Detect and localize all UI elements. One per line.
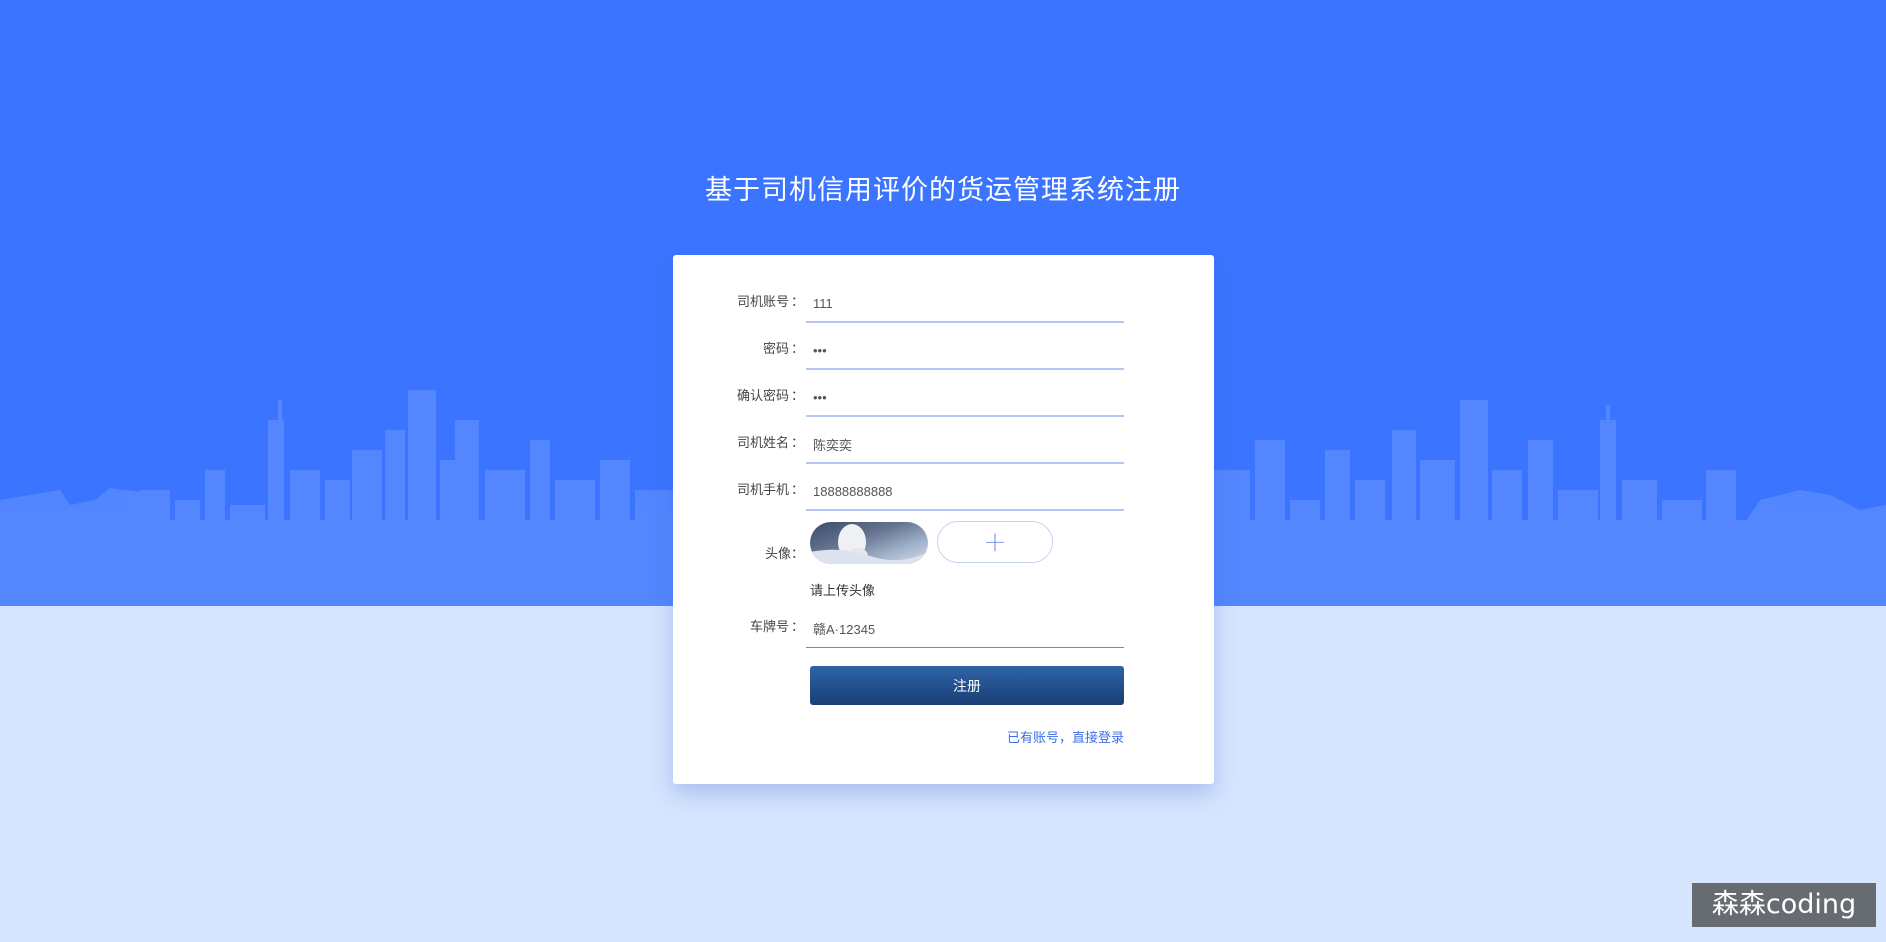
driver-name-field-wrap [806,428,1124,464]
form-row-plate: 车牌号： [673,608,1214,648]
driver-name-label: 司机姓名： [736,436,804,451]
form-row-password: 密码： [673,330,1214,370]
password-field-wrap [806,334,1124,370]
avatar-label: 头像： [764,547,804,562]
driver-phone-input[interactable] [806,475,1124,507]
plus-icon: + [983,525,1007,558]
confirm-password-label: 确认密码： [736,389,804,404]
avatar-upload-hint: 请上传头像 [810,584,876,599]
password-label: 密码： [762,342,804,357]
watermark: 森森coding [1692,883,1876,927]
account-label: 司机账号： [736,295,804,310]
confirm-password-field-wrap [806,381,1124,417]
avatar-image [810,524,928,564]
register-button[interactable]: 注册 [810,666,1124,705]
form-row-driver-name: 司机姓名： [673,424,1214,464]
account-input[interactable] [806,287,1124,319]
password-input[interactable] [806,334,1124,366]
account-field-wrap [806,287,1124,323]
login-link[interactable]: 已有账号，直接登录 [1007,727,1124,746]
registration-card: 司机账号： 密码： 确认密码： 司机姓名： 司机手机： 头像： [673,255,1214,784]
avatar-upload-button[interactable]: + [937,521,1053,563]
avatar-thumbnail[interactable] [810,522,928,564]
page-title: 基于司机信用评价的货运管理系统注册 [705,175,1181,206]
confirm-password-input[interactable] [806,381,1124,413]
driver-phone-label: 司机手机： [736,483,804,498]
plate-input[interactable] [806,612,1124,644]
driver-phone-field-wrap [806,475,1124,511]
driver-name-input[interactable] [806,428,1124,460]
form-row-confirm-password: 确认密码： [673,377,1214,417]
plate-label: 车牌号： [749,620,804,635]
plate-field-wrap [806,612,1124,648]
form-row-account: 司机账号： [673,283,1214,323]
form-row-driver-phone: 司机手机： [673,471,1214,511]
